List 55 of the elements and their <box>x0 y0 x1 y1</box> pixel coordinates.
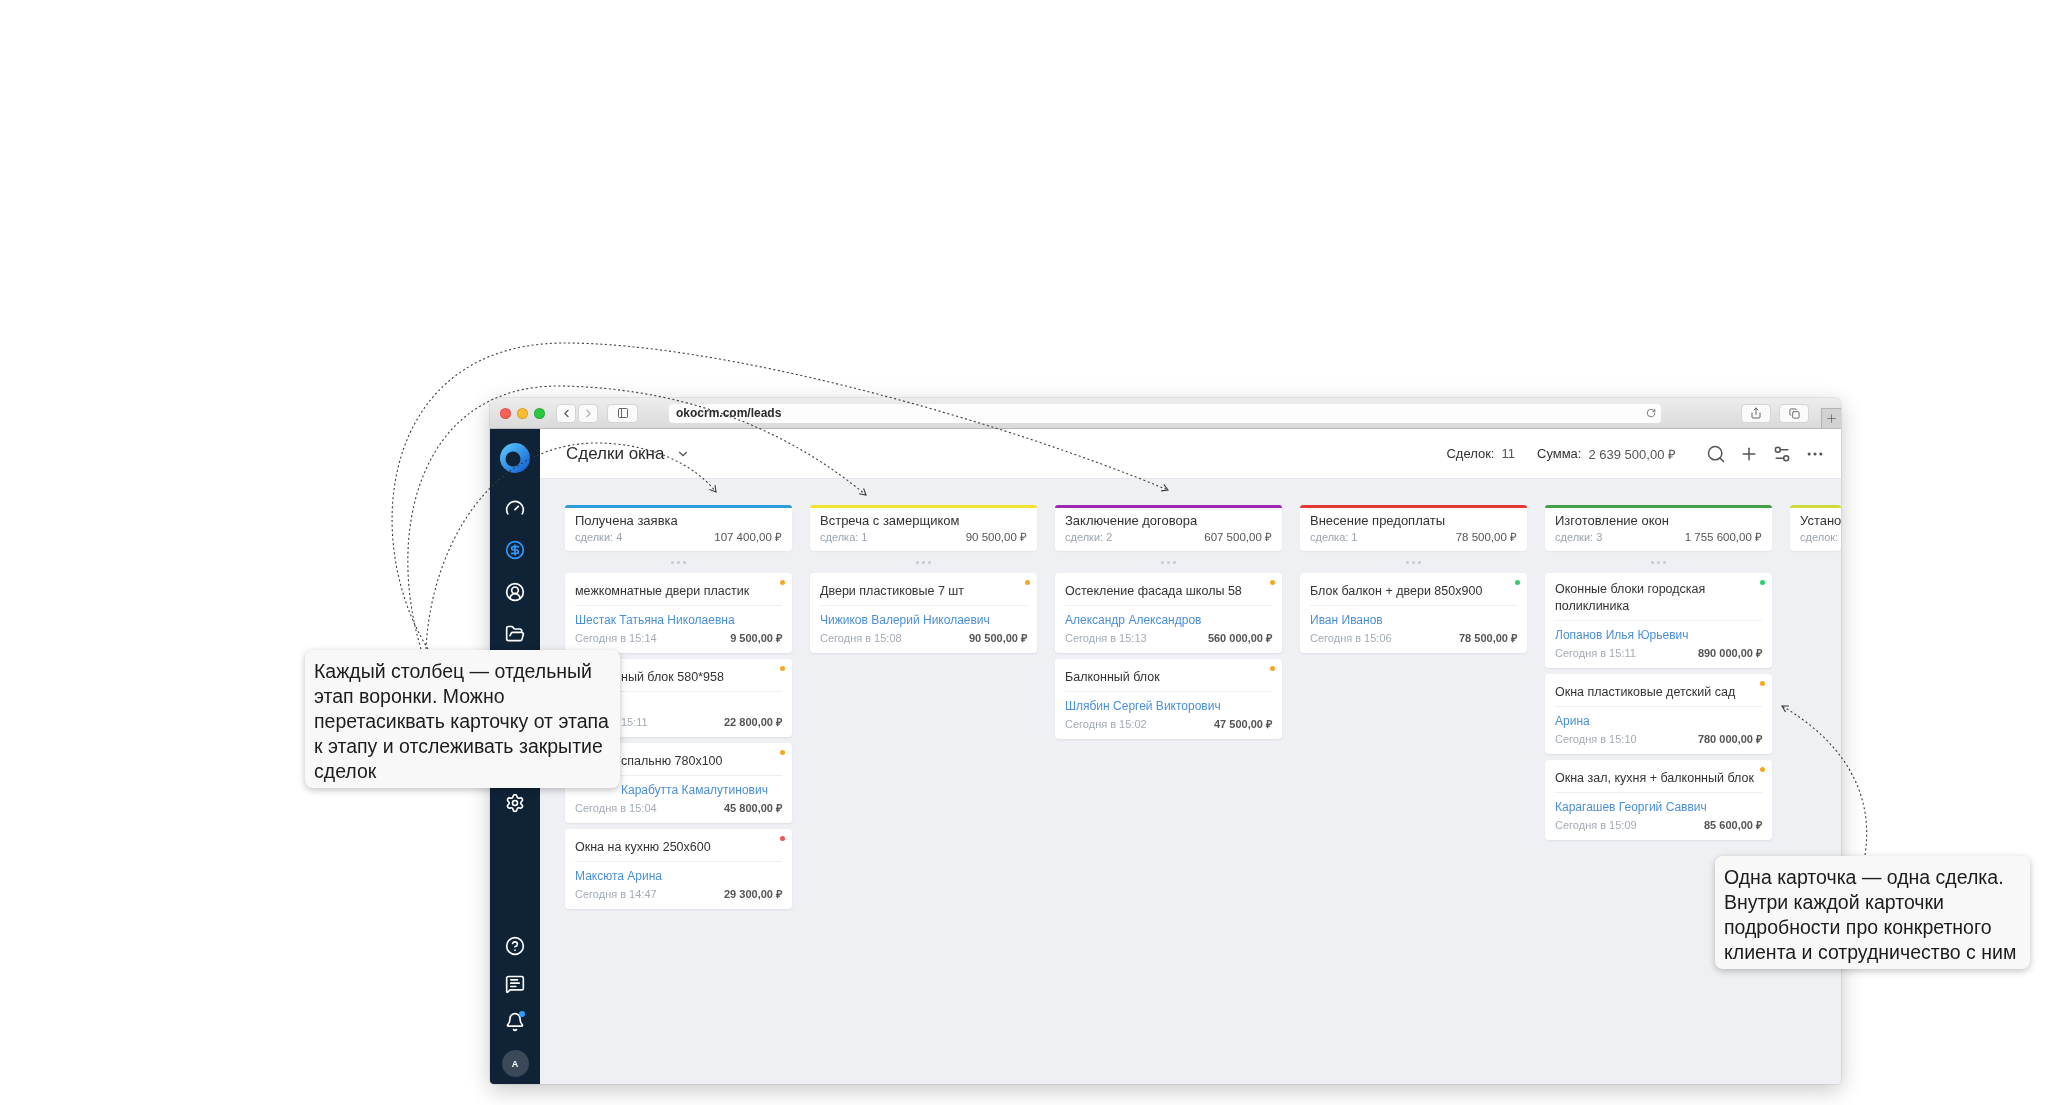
deal-date: Сегодня в 15:06 <box>1310 631 1392 645</box>
deal-title: межкомнатные двери пластик <box>575 583 750 600</box>
stage-count: сделок: <box>1800 530 1839 545</box>
stage-title: Заключение договора <box>1065 512 1198 529</box>
deal-amount: 45 800,00 ₽ <box>724 801 782 815</box>
deal-amount: 47 500,00 ₽ <box>1214 717 1272 731</box>
deals-label: Сделок: <box>1446 446 1495 461</box>
deal-amount: 560 000,00 ₽ <box>1207 631 1272 645</box>
deal-date: Сегодня в 15:10 <box>1555 732 1637 746</box>
deal-amount: 78 500,00 ₽ <box>1459 631 1517 645</box>
deal-title: Балконный блок <box>1065 669 1160 686</box>
deal-amount: 22 800,00 ₽ <box>724 715 782 729</box>
deal-date: Сегодня в 15:14 <box>575 631 657 645</box>
deal-title: Двери пластиковые 7 шт <box>820 583 965 600</box>
stage-title: Встреча с замерщиком <box>820 512 960 529</box>
stage-amount: 607 500,00 ₽ <box>1204 530 1272 545</box>
deal-amount: 85 600,00 ₽ <box>1704 818 1762 832</box>
deal-date: 15:11 <box>621 715 648 729</box>
deal-date: Сегодня в 14:47 <box>575 887 657 901</box>
deal-title: Оконные блоки городская поликлиника <box>1555 581 1707 615</box>
stage-title: Изготовление окон <box>1555 512 1669 529</box>
deal-title: Остекление фасада школы 58 <box>1065 583 1242 600</box>
stage-amount: 1 755 600,00 ₽ <box>1684 530 1762 545</box>
deal-amount: 890 000,00 ₽ <box>1697 646 1762 660</box>
deal-date: Сегодня в 15:08 <box>820 631 902 645</box>
deal-title: Окна пластиковые детский сад <box>1555 684 1736 701</box>
deal-date: Сегодня в 15:04 <box>575 801 657 815</box>
stage-title: Внесение предоплаты <box>1310 512 1445 529</box>
deal-title: ный блок 580*958 <box>621 669 724 686</box>
stage-count: сделка: 1 <box>1310 530 1358 545</box>
deal-amount: 780 000,00 ₽ <box>1697 732 1762 746</box>
stage-amount: 78 500,00 ₽ <box>1455 530 1517 545</box>
deals-count: 11 <box>1501 446 1515 461</box>
stage-count: сделки: 3 <box>1555 530 1603 545</box>
deal-date: Сегодня в 15:13 <box>1065 631 1147 645</box>
deal-title: Окна на кухню 250x600 <box>575 839 711 856</box>
note-tooltip: Одна карточка — одна сделка. Внутри каждой карточки подробности про конкретного клиента и сотрудничество с ним <box>1715 856 2030 969</box>
stage-count: сделка: 1 <box>820 530 868 545</box>
deal-date: Сегодня в 15:09 <box>1555 818 1637 832</box>
stage-amount: 90 500,00 ₽ <box>965 530 1027 545</box>
stage-title: Устано <box>1800 512 1841 529</box>
stage-amount: 107 400,00 ₽ <box>714 530 782 545</box>
stage-count: сделки: 4 <box>575 530 623 545</box>
deal-amount: 29 300,00 ₽ <box>724 887 782 901</box>
stage-title: Получена заявка <box>575 512 678 529</box>
deal-amount: 90 500,00 ₽ <box>969 631 1027 645</box>
deal-title: спальню 780x100 <box>621 753 723 770</box>
deal-date: Сегодня в 15:11 <box>1555 646 1636 660</box>
sum-value: 2 639 500,00 ₽ <box>1588 445 1676 463</box>
deal-date: Сегодня в 15:02 <box>1065 717 1147 731</box>
sum-label: Сумма: <box>1537 446 1582 461</box>
stage-count: сделки: 2 <box>1065 530 1113 545</box>
deal-amount: 9 500,00 ₽ <box>730 631 782 645</box>
deal-title: Блок балкон + двери 850x900 <box>1310 583 1483 600</box>
deal-title: Окна зал, кухня + балконный блок <box>1555 770 1754 787</box>
